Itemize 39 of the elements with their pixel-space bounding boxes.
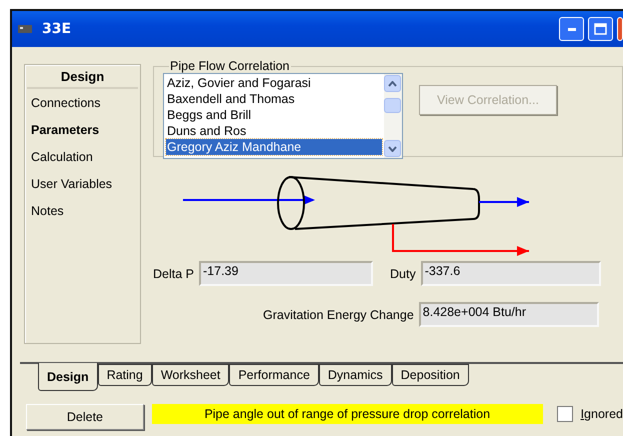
list-item[interactable]: Gregory Aziz Mandhane (166, 139, 382, 155)
checkbox-label: Ignored (580, 407, 623, 421)
sidebar-item[interactable]: Connections (25, 89, 140, 116)
gravitation-field: 8.428e+004 Btu/hr (418, 302, 599, 327)
group-title: Pipe Flow Correlation (169, 59, 290, 73)
list-item[interactable]: Duns and Ros (166, 123, 382, 139)
sidebar-item[interactable]: Parameters (25, 116, 140, 143)
window-title: 33E (42, 21, 72, 37)
minimize-icon (568, 28, 576, 30)
warning-message: Pipe angle out of range of pressure drop correlation (152, 404, 543, 424)
maximize-icon (594, 23, 607, 35)
correlation-list[interactable]: Aziz, Govier and Fogarasi Baxendell and Thomas Beggs and Brill Duns and Ros Gregory Aziz Mandhane (163, 73, 403, 159)
list-item[interactable]: Aziz, Govier and Fogarasi (166, 75, 382, 91)
tab[interactable]: Rating (98, 364, 152, 386)
close-button[interactable] (617, 17, 623, 41)
field-label: Duty (390, 266, 416, 280)
list-item[interactable]: Baxendell and Thomas (166, 91, 382, 107)
duty-field: -337.6 (420, 261, 601, 286)
tab[interactable]: Dynamics (318, 364, 392, 386)
scroll-down-icon[interactable] (384, 140, 401, 157)
ignored-checkbox[interactable] (556, 406, 573, 422)
maximize-button[interactable] (588, 17, 613, 41)
delete-button[interactable]: Delete (26, 404, 144, 430)
minimize-button[interactable] (559, 17, 584, 41)
delta-p-field: -17.39 (199, 261, 373, 286)
sidebar-header: Design (27, 65, 138, 89)
app-icon (18, 24, 32, 34)
sidebar-item[interactable]: Calculation (25, 143, 140, 170)
field-label: Delta P (153, 266, 194, 280)
field-label: Gravitation Energy Change (263, 308, 414, 322)
scroll-up-icon[interactable] (384, 75, 401, 92)
sidebar-item[interactable]: User Variables (25, 170, 140, 197)
tab[interactable]: Worksheet (152, 364, 230, 386)
sidebar-item[interactable]: Notes (25, 197, 140, 224)
tab[interactable]: Performance (229, 364, 319, 386)
scroll-thumb[interactable] (384, 98, 401, 112)
list-item[interactable]: Beggs and Brill (166, 107, 382, 123)
tab[interactable]: Deposition (392, 364, 469, 386)
tab[interactable]: Design (38, 363, 98, 391)
